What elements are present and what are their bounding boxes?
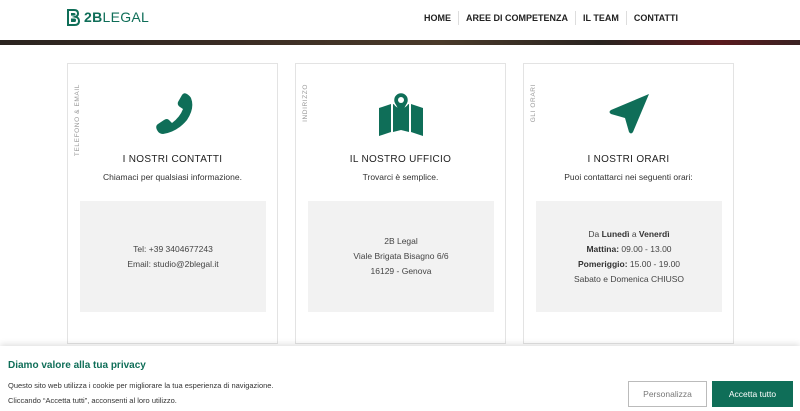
card-subtitle: Trovarci è semplice. bbox=[362, 172, 439, 182]
days-line: Da Lunedì a Venerdì bbox=[588, 227, 669, 242]
nav-item-contatti[interactable]: CONTATTI bbox=[625, 11, 685, 25]
card-title: I NOSTRI ORARI bbox=[587, 154, 670, 165]
days-mid: a bbox=[629, 228, 639, 239]
days-prefix: Da bbox=[588, 228, 602, 239]
card-title: I NOSTRI CONTATTI bbox=[122, 154, 223, 165]
weekend-line: Sabato e Domenica CHIUSO bbox=[573, 273, 685, 284]
office-card: INDIRIZZO IL NOSTRO UFFICIO Trovarci è s… bbox=[295, 63, 506, 344]
phone-icon bbox=[155, 93, 192, 134]
day-from: Lunedì bbox=[601, 228, 630, 239]
accept-all-button[interactable]: Accetta tutto bbox=[712, 381, 793, 407]
afternoon-value: 15.00 - 19.00 bbox=[627, 258, 681, 269]
privacy-title: Diamo valore alla tua privacy bbox=[8, 360, 146, 371]
logo-icon bbox=[67, 8, 80, 26]
privacy-banner: Diamo valore alla tua privacy Questo sit… bbox=[0, 346, 800, 411]
card-title: IL NOSTRO UFFICIO bbox=[349, 154, 452, 165]
morning-hours-line: Mattina: 09.00 - 13.00 bbox=[586, 242, 671, 257]
afternoon-hours-line: Pomeriggio: 15.00 - 19.00 bbox=[578, 257, 680, 272]
card-side-label: GLI ORARI bbox=[530, 84, 537, 123]
brand-name-bold: 2B bbox=[84, 9, 103, 25]
hours-card: GLI ORARI I NOSTRI ORARI Puoi contattarc… bbox=[523, 63, 734, 344]
card-side-label: TELEFONO & EMAIL bbox=[74, 84, 81, 157]
privacy-text-line: Cliccando “Accetta tutti”, acconsenti al… bbox=[8, 396, 177, 405]
address-info-box: 2B Legal Viale Brigata Bisagno 6/6 16129… bbox=[308, 201, 494, 312]
nav-item-home[interactable]: HOME bbox=[417, 11, 458, 25]
brand-logo[interactable]: 2BLEGAL bbox=[66, 8, 149, 26]
map-pin-icon bbox=[378, 91, 423, 136]
site-header: 2BLEGAL HOME AREE DI COMPETENZA IL TEAM … bbox=[0, 0, 800, 40]
address-line: 16129 - Genova bbox=[370, 266, 432, 276]
afternoon-label: Pomeriggio: bbox=[577, 258, 628, 269]
brand-name-light: LEGAL bbox=[102, 9, 150, 25]
customize-button[interactable]: Personalizza bbox=[628, 381, 707, 407]
day-to: Venerdì bbox=[638, 228, 670, 239]
navigation-arrow-icon bbox=[609, 94, 649, 134]
nav-item-aree-di-competenza[interactable]: AREE DI COMPETENZA bbox=[457, 11, 575, 25]
phone-number[interactable]: Tel: +39 3404677243 bbox=[133, 242, 213, 257]
card-side-label: INDIRIZZO bbox=[302, 84, 309, 122]
hero-image-strip bbox=[0, 40, 800, 45]
card-subtitle: Chiamaci per qualsiasi informazione. bbox=[103, 172, 242, 182]
address-line: Viale Brigata Bisagno 6/6 bbox=[353, 251, 449, 261]
email-address[interactable]: Email: studio@2blegal.it bbox=[127, 257, 218, 272]
contact-info-box: Tel: +39 3404677243 Email: studio@2blega… bbox=[80, 201, 266, 312]
privacy-text-line: Questo sito web utilizza i cookie per mi… bbox=[8, 381, 274, 390]
morning-label: Mattina: bbox=[586, 243, 620, 254]
card-subtitle: Puoi contattarci nei seguenti orari: bbox=[564, 172, 693, 182]
main-nav: HOME AREE DI COMPETENZA IL TEAM CONTATTI bbox=[417, 11, 685, 25]
morning-value: 09.00 - 13.00 bbox=[619, 243, 672, 254]
contact-card: TELEFONO & EMAIL I NOSTRI CONTATTI Chiam… bbox=[67, 63, 278, 344]
nav-item-il-team[interactable]: IL TEAM bbox=[575, 11, 626, 25]
address-line: 2B Legal bbox=[384, 236, 418, 246]
hours-info-box: Da Lunedì a Venerdì Mattina: 09.00 - 13.… bbox=[536, 201, 722, 312]
